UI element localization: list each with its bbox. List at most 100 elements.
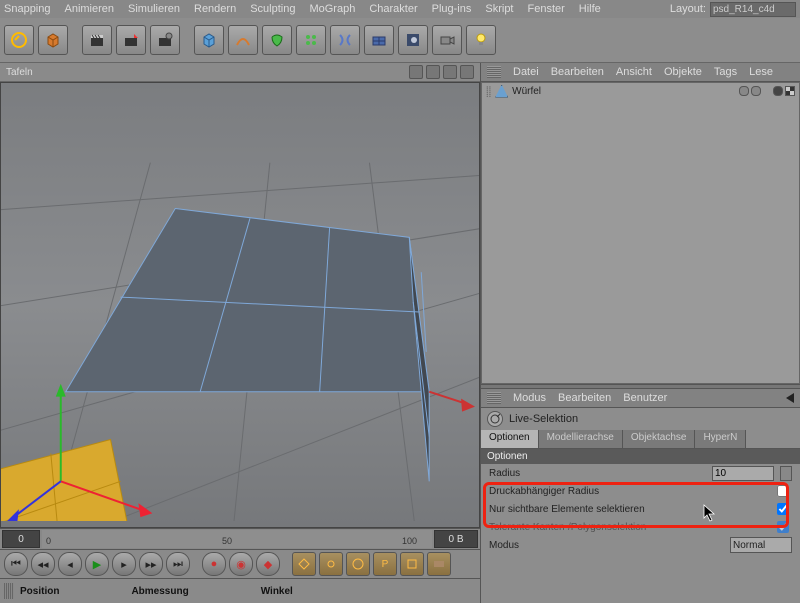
vp-nav-icon[interactable] — [409, 65, 423, 79]
menu-skript[interactable]: Skript — [485, 3, 513, 15]
radius-label: Radius — [489, 468, 706, 479]
attr-tabs: Optionen Modellierachse Objektachse Hype… — [481, 430, 800, 449]
obj-menu-ansicht[interactable]: Ansicht — [616, 66, 652, 78]
tab-optionen[interactable]: Optionen — [481, 430, 539, 448]
tab-modellierachse[interactable]: Modellierachse — [539, 430, 623, 448]
render-settings-icon[interactable] — [150, 25, 180, 55]
param-key-icon[interactable]: P — [373, 552, 397, 576]
obj-menu-lesez[interactable]: Lese — [749, 66, 773, 78]
coordinate-bar: Position Abmessung Winkel — [0, 578, 480, 603]
tick-50: 50 — [222, 536, 232, 546]
prop-modus: Modus Normal — [481, 536, 800, 554]
texture-tag-icon[interactable] — [785, 86, 795, 96]
viewport-tabs: Tafeln — [0, 63, 480, 82]
tag-icon[interactable] — [773, 86, 783, 96]
sky-icon[interactable] — [398, 25, 428, 55]
vis-editor-dot[interactable] — [739, 86, 749, 96]
tab-objektachse[interactable]: Objektachse — [623, 430, 696, 448]
menu-charakter[interactable]: Charakter — [369, 3, 417, 15]
array-icon[interactable] — [296, 25, 326, 55]
render-icon[interactable] — [116, 25, 146, 55]
section-optionen: Optionen — [481, 449, 800, 464]
menu-mograph[interactable]: MoGraph — [309, 3, 355, 15]
clapper-icon[interactable] — [82, 25, 112, 55]
nurbs-icon[interactable] — [262, 25, 292, 55]
viewport-3d[interactable] — [0, 82, 480, 528]
visible-label: Nur sichtbare Elemente selektieren — [489, 504, 767, 515]
camera-icon[interactable] — [432, 25, 462, 55]
tolerant-checkbox[interactable] — [777, 521, 789, 533]
viewport-tab-tafeln[interactable]: Tafeln — [6, 67, 33, 78]
prev-key-button[interactable]: ◂◂ — [31, 552, 55, 576]
tree-item-wuerfel[interactable]: ⸽⸽ Würfel — [482, 83, 799, 99]
primitive-cube-icon[interactable] — [194, 25, 224, 55]
next-frame-button[interactable]: ▸ — [112, 552, 136, 576]
obj-menu-tags[interactable]: Tags — [714, 66, 737, 78]
plane-icon[interactable] — [364, 25, 394, 55]
menu-rendern[interactable]: Rendern — [194, 3, 236, 15]
nav-back-icon[interactable] — [786, 393, 794, 403]
vp-layout-icon[interactable] — [460, 65, 474, 79]
radius-field[interactable] — [712, 466, 774, 481]
main-menubar: Snapping Animieren Simulieren Rendern Sc… — [0, 0, 800, 18]
vp-zoom-icon[interactable] — [443, 65, 457, 79]
prev-frame-button[interactable]: ◂ — [58, 552, 82, 576]
druck-checkbox[interactable] — [777, 485, 789, 497]
move-key-icon[interactable] — [292, 552, 316, 576]
spline-icon[interactable] — [228, 25, 258, 55]
modus-label: Modus — [489, 540, 724, 551]
vis-render-dot[interactable] — [751, 86, 761, 96]
tick-0: 0 — [46, 536, 51, 546]
autokey-button[interactable]: ◉ — [229, 552, 253, 576]
object-tree[interactable]: ⸽⸽ Würfel — [481, 82, 800, 384]
scale-key-icon[interactable] — [319, 552, 343, 576]
undo-icon[interactable] — [4, 25, 34, 55]
cube-icon[interactable] — [38, 25, 68, 55]
grip-icon[interactable] — [487, 392, 501, 404]
abmessung-label: Abmessung — [131, 586, 188, 597]
pla-key-icon[interactable] — [400, 552, 424, 576]
attr-menu-bearbeiten[interactable]: Bearbeiten — [558, 392, 611, 404]
menu-animieren[interactable]: Animieren — [65, 3, 115, 15]
menu-simulieren[interactable]: Simulieren — [128, 3, 180, 15]
radius-spinner[interactable] — [780, 466, 792, 481]
tool-name-label: Live-Selektion — [509, 413, 578, 425]
prop-radius: Radius — [481, 464, 800, 482]
modus-dropdown[interactable]: Normal — [730, 537, 792, 553]
object-label: Würfel — [512, 86, 541, 97]
layout-label: Layout: — [670, 3, 706, 15]
bulb-icon[interactable] — [466, 25, 496, 55]
layout-field[interactable] — [710, 2, 796, 17]
frame-start-field[interactable]: 0 — [2, 530, 40, 548]
attr-menu-modus[interactable]: Modus — [513, 392, 546, 404]
prop-tolerant: Tolerante Kanten-/Polygonselektion — [481, 518, 800, 536]
goto-end-button[interactable]: ⏭ — [166, 552, 190, 576]
timeline-ruler[interactable]: 0 50 100 — [42, 530, 432, 548]
rotate-key-icon[interactable] — [346, 552, 370, 576]
menu-plugins[interactable]: Plug-ins — [432, 3, 472, 15]
menu-hilfe[interactable]: Hilfe — [579, 3, 601, 15]
menu-sculpting[interactable]: Sculpting — [250, 3, 295, 15]
tab-hypernurbs[interactable]: HyperN — [695, 430, 746, 448]
anim-mode-icon[interactable] — [427, 552, 451, 576]
next-key-button[interactable]: ▸▸ — [139, 552, 163, 576]
menu-fenster[interactable]: Fenster — [528, 3, 565, 15]
goto-start-button[interactable]: ⏮ — [4, 552, 28, 576]
timeline[interactable]: 0 0 50 100 0 B — [0, 528, 480, 549]
attr-menu-benutzer[interactable]: Benutzer — [623, 392, 667, 404]
grip-icon[interactable] — [487, 66, 501, 78]
visible-checkbox[interactable] — [777, 503, 789, 515]
menu-snapping[interactable]: Snapping — [4, 3, 51, 15]
obj-menu-datei[interactable]: Datei — [513, 66, 539, 78]
keyframe-button[interactable]: ◆ — [256, 552, 280, 576]
obj-menu-objekte[interactable]: Objekte — [664, 66, 702, 78]
cube-mesh — [1, 83, 479, 521]
vp-move-icon[interactable] — [426, 65, 440, 79]
obj-menu-bearbeiten[interactable]: Bearbeiten — [551, 66, 604, 78]
frame-end-field[interactable]: 0 B — [434, 530, 478, 548]
record-button[interactable]: ● — [202, 552, 226, 576]
main-toolbar — [0, 18, 800, 63]
deformer-icon[interactable] — [330, 25, 360, 55]
grip-icon[interactable] — [4, 583, 14, 599]
play-button[interactable]: ▶ — [85, 552, 109, 576]
